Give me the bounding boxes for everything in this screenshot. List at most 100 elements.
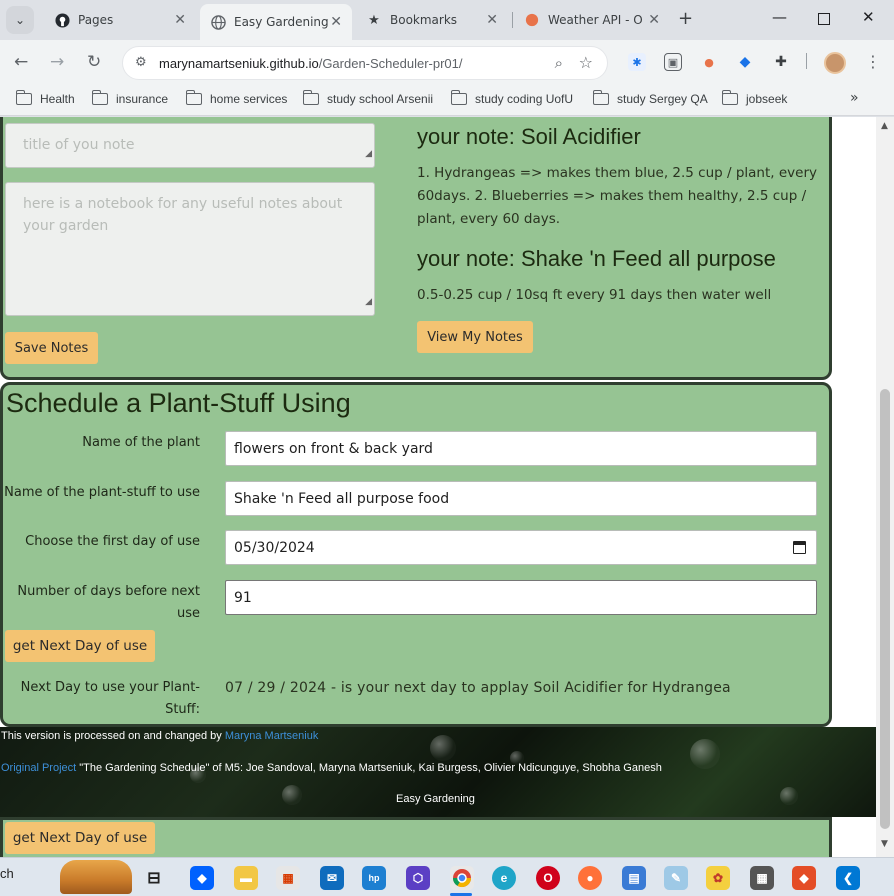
close-icon[interactable]: ✕ [330, 14, 342, 30]
next-day-label: Next Day to use your Plant-Stuff: [20, 680, 200, 717]
water-drop-decoration [780, 787, 798, 805]
first-day-value: 05/30/2024 [234, 539, 315, 556]
firefox-icon[interactable]: ● [578, 866, 602, 890]
resize-handle-icon[interactable]: ◢ [365, 291, 372, 313]
new-tab-icon[interactable]: + [678, 8, 693, 29]
chrome-icon[interactable] [450, 866, 474, 890]
tab-title: Weather API - O [548, 13, 643, 27]
notes-section: title of you note ◢ here is a notebook f… [0, 117, 832, 380]
note-title-placeholder: title of you note [23, 137, 135, 153]
close-icon[interactable]: ✕ [174, 12, 186, 28]
tab-easy-gardening[interactable]: Easy Gardening ✕ [200, 4, 352, 40]
page-scrollbar[interactable]: ▲ ▼ [876, 117, 894, 857]
days-before-label: Number of days before next use [17, 584, 200, 621]
calendar-icon[interactable] [793, 541, 806, 554]
opera-icon[interactable]: O [536, 866, 560, 890]
bookmark-folder[interactable]: study coding UofU [450, 90, 573, 106]
view-notes-button[interactable]: View My Notes [417, 321, 533, 353]
bookmark-folder[interactable]: Health [15, 90, 75, 106]
task-view-icon[interactable]: ⊟ [142, 866, 166, 890]
calculator-icon[interactable]: ▦ [750, 866, 774, 890]
notepad-icon[interactable]: ✎ [664, 866, 688, 890]
bookmark-label: study Sergey QA [617, 92, 708, 106]
url-text: marynamartseniuk.github.io/Garden-Schedu… [159, 56, 463, 71]
resize-handle-icon[interactable]: ◢ [365, 143, 372, 165]
vscode-extension-icon[interactable]: ◆ [736, 53, 754, 71]
folder-icon [15, 90, 32, 105]
bookmark-folder[interactable]: insurance [91, 90, 168, 106]
profile-avatar[interactable] [824, 52, 846, 74]
screenshot-extension-icon[interactable]: ▣ [664, 53, 682, 71]
mail-icon[interactable]: ✉ [320, 866, 344, 890]
control-panel-icon[interactable]: ▤ [622, 866, 646, 890]
original-project-link[interactable]: Original Project [1, 762, 76, 774]
note-title-input[interactable]: title of you note ◢ [5, 123, 375, 168]
extension-icon[interactable]: ✱ [628, 53, 646, 71]
microsoft-store-icon[interactable]: ▦ [276, 866, 300, 890]
close-icon[interactable]: ✕ [648, 12, 660, 28]
author-link[interactable]: Maryna Martseniuk [225, 730, 319, 742]
weather-icon [524, 12, 540, 28]
record-extension-icon[interactable]: ● [700, 53, 718, 71]
taskbar-search-text[interactable]: ch [0, 866, 14, 881]
vscode-icon[interactable]: ❮ [836, 866, 860, 890]
scroll-up-icon[interactable]: ▲ [881, 121, 888, 131]
bookmark-folder[interactable]: jobseek [721, 90, 787, 106]
save-notes-button[interactable]: Save Notes [5, 332, 98, 364]
site-settings-icon[interactable]: ⚙ [135, 55, 147, 70]
scroll-down-icon[interactable]: ▼ [881, 839, 888, 849]
bookmark-star-icon[interactable]: ☆ [579, 53, 593, 72]
copilot-icon[interactable]: ⬡ [406, 866, 430, 890]
bookmark-folder[interactable]: study school Arsenii [302, 90, 433, 106]
bottom-section: get Next Day of use [0, 817, 832, 857]
close-window-icon[interactable]: ✕ [862, 8, 875, 26]
browser-toolbar: ← → ↻ ⚙ marynamartseniuk.github.io/Garde… [0, 40, 894, 86]
get-next-day-button-bottom[interactable]: get Next Day of use [5, 822, 155, 854]
tab-weather-api[interactable]: Weather API - O ✕ [514, 4, 670, 36]
plant-stuff-label: Name of the plant-stuff to use [4, 485, 200, 500]
next-day-result: 07 / 29 / 2024 - is your next day to app… [225, 680, 731, 696]
myhp-icon[interactable]: hp [362, 866, 386, 890]
back-arrow-icon[interactable]: ← [14, 52, 28, 72]
get-next-day-button[interactable]: get Next Day of use [5, 630, 155, 662]
git-icon[interactable]: ◆ [792, 866, 816, 890]
paint-icon[interactable]: ✿ [706, 866, 730, 890]
file-explorer-icon[interactable]: ▬ [234, 866, 258, 890]
windows-taskbar: ch ⊟ ◆ ▬ ▦ ✉ hp ⬡ e O ● ▤ ✎ ✿ ▦ ◆ ❮ [0, 857, 894, 896]
tab-bookmarks[interactable]: ★ Bookmarks ✕ [356, 4, 508, 36]
globe-icon [210, 14, 226, 30]
edge-icon[interactable]: e [492, 866, 516, 890]
note-body-placeholder: here is a notebook for any useful notes … [23, 196, 343, 234]
zoom-icon[interactable]: ⌕ [555, 54, 563, 72]
note-body-input[interactable]: here is a notebook for any useful notes … [5, 182, 375, 316]
plant-stuff-value: Shake 'n Feed all purpose food [234, 490, 450, 507]
search-highlight-basket-icon[interactable] [60, 860, 132, 894]
water-drop-decoration [690, 739, 720, 769]
bookmark-label: Health [40, 92, 75, 106]
puzzle-extensions-icon[interactable]: ✚ [772, 53, 790, 71]
close-icon[interactable]: ✕ [486, 12, 498, 28]
more-menu-icon[interactable]: ⋮ [865, 52, 881, 71]
plant-name-label: Name of the plant [82, 435, 200, 450]
tab-pages[interactable]: Pages ✕ [44, 4, 196, 36]
minimize-icon[interactable]: — [772, 8, 787, 26]
footer-original-line: Original Project "The Gardening Schedule… [1, 762, 662, 774]
plant-name-input[interactable]: flowers on front & back yard [225, 431, 817, 466]
more-bookmarks-icon[interactable]: » [850, 90, 859, 106]
bookmark-folder[interactable]: study Sergey QA [592, 90, 708, 106]
plant-stuff-input[interactable]: Shake 'n Feed all purpose food [225, 481, 817, 516]
folder-icon [721, 90, 738, 105]
scrollbar-thumb[interactable] [880, 389, 890, 829]
bookmark-folder[interactable]: home services [185, 90, 288, 106]
toolbar-separator [806, 53, 807, 69]
star-icon: ★ [368, 12, 380, 28]
dropbox-icon[interactable]: ◆ [190, 866, 214, 890]
tab-search-button[interactable]: ⌄ [6, 6, 34, 34]
days-before-input[interactable]: 91 [225, 580, 817, 615]
address-bar[interactable]: ⚙ marynamartseniuk.github.io/Garden-Sche… [122, 46, 608, 80]
bookmark-label: home services [210, 92, 288, 106]
maximize-icon[interactable] [818, 13, 830, 25]
forward-arrow-icon[interactable]: → [50, 52, 64, 72]
reload-icon[interactable]: ↻ [87, 52, 101, 72]
first-day-date-input[interactable]: 05/30/2024 [225, 530, 817, 565]
